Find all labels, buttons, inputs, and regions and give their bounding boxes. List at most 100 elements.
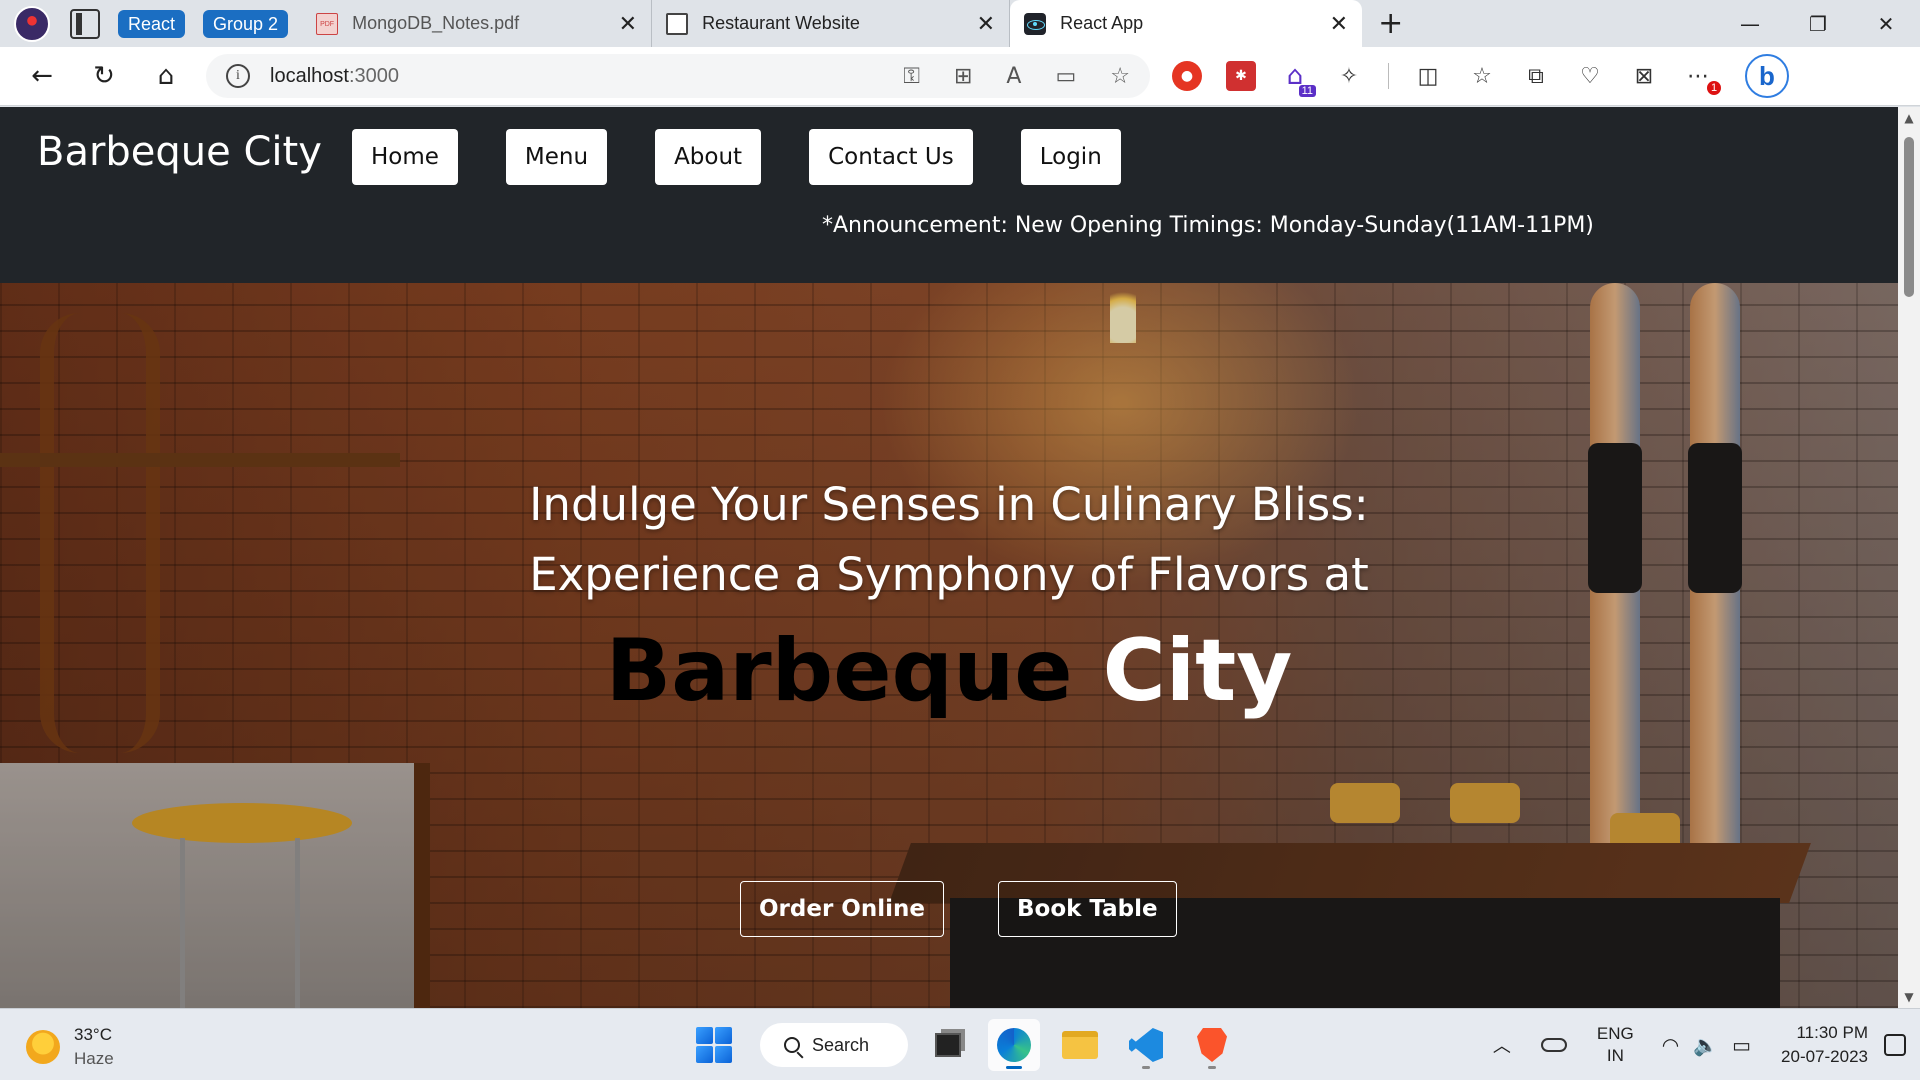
math-solver-icon[interactable]: ⊠ xyxy=(1629,61,1659,91)
hero-brand: Barbeque City xyxy=(0,616,1898,726)
scroll-down-icon[interactable]: ▼ xyxy=(1902,990,1916,1004)
taskbar: 33°C Haze Search ︿ ENG IN ◠ 🔈 ▭ 11:30 PM… xyxy=(0,1008,1920,1080)
favorites-icon[interactable]: ☆ xyxy=(1467,61,1497,91)
book-table-button[interactable]: Book Table xyxy=(997,881,1177,937)
weather-temp: 33°C xyxy=(74,1025,112,1044)
hero-brand-dark: Barbeque xyxy=(605,621,1073,721)
read-aloud-icon[interactable]: A xyxy=(1006,64,1021,89)
browser-essentials-icon[interactable]: ♡ xyxy=(1575,61,1605,91)
running-indicator xyxy=(1142,1066,1150,1069)
bing-copilot-icon[interactable]: b xyxy=(1745,54,1789,98)
extension-badge: 11 xyxy=(1298,85,1316,97)
system-tray: ︿ ENG IN ◠ 🔈 ▭ 11:30 PM 20-07-2023 xyxy=(1493,1019,1920,1071)
file-explorer-app[interactable] xyxy=(1054,1019,1106,1071)
tab-group-2[interactable]: Group 2 xyxy=(203,9,289,38)
minimize-icon[interactable]: — xyxy=(1716,0,1784,47)
browser-toolbar: ← ↻ ⌂ i localhost:3000 ⚿ ⊞ A ▭ ☆ ● ✱ ⌂ 11… xyxy=(0,47,1920,106)
language-indicator[interactable]: ENG IN xyxy=(1597,1023,1634,1067)
hero-text: Indulge Your Senses in Culinary Bliss: E… xyxy=(0,470,1898,726)
weather-haze-icon xyxy=(26,1030,60,1064)
home-icon[interactable]: ⌂ xyxy=(146,56,186,96)
clock[interactable]: 11:30 PM 20-07-2023 xyxy=(1781,1021,1868,1069)
close-window-icon[interactable]: ✕ xyxy=(1852,0,1920,47)
taskbar-search[interactable]: Search xyxy=(760,1023,908,1067)
nav-about-button[interactable]: About xyxy=(655,129,762,185)
weather-condition: Haze xyxy=(74,1049,114,1068)
document-icon xyxy=(666,12,689,35)
running-indicator xyxy=(1208,1066,1216,1069)
back-icon[interactable]: ← xyxy=(22,56,62,96)
hero-line-1: Indulge Your Senses in Culinary Bliss: xyxy=(529,478,1369,531)
tab-restaurant-website[interactable]: Restaurant Website ✕ xyxy=(652,0,1011,47)
task-view-button[interactable] xyxy=(922,1019,974,1071)
tab-mongodb-notes[interactable]: PDF MongoDB_Notes.pdf ✕ xyxy=(302,0,653,47)
announcement-text: *Announcement: New Opening Timings: Mond… xyxy=(822,213,1594,238)
new-tab-button[interactable]: + xyxy=(1378,6,1403,41)
extensions-puzzle-icon[interactable]: ✧ xyxy=(1334,61,1364,91)
search-icon xyxy=(784,1037,800,1053)
taskbar-apps: Search xyxy=(696,1019,1238,1071)
close-tab-icon[interactable]: ✕ xyxy=(619,11,637,37)
taskbar-search-label: Search xyxy=(812,1034,870,1055)
clock-time: 11:30 PM xyxy=(1796,1023,1868,1042)
site-navbar: Barbeque City Home Menu About Contact Us… xyxy=(0,107,1898,283)
page-viewport: Barbeque City Home Menu About Contact Us… xyxy=(0,107,1898,1008)
region-code: IN xyxy=(1606,1046,1624,1065)
address-bar[interactable]: i localhost:3000 ⚿ ⊞ A ▭ ☆ xyxy=(206,54,1150,98)
toolbar-divider xyxy=(1388,63,1389,89)
tab-group-react[interactable]: React xyxy=(118,9,186,38)
notification-bell-icon[interactable] xyxy=(1884,1034,1906,1056)
close-tab-icon[interactable]: ✕ xyxy=(977,11,995,37)
key-icon[interactable]: ⚿ xyxy=(903,64,920,89)
extension-bug-icon[interactable]: ✱ xyxy=(1226,61,1256,91)
refresh-icon[interactable]: ↻ xyxy=(84,56,124,96)
system-icons[interactable]: ◠ 🔈 ▭ xyxy=(1662,1033,1751,1058)
url-text[interactable]: localhost:3000 xyxy=(270,65,903,88)
nav-home-button[interactable]: Home xyxy=(352,129,458,185)
split-screen-icon[interactable]: ◫ xyxy=(1413,61,1443,91)
restore-icon[interactable]: ❐ xyxy=(1784,0,1852,47)
vscode-icon xyxy=(1129,1028,1163,1062)
scroll-thumb[interactable] xyxy=(1904,137,1914,297)
windows-start-icon[interactable] xyxy=(696,1027,732,1063)
wallet-icon[interactable]: ▭ xyxy=(1055,64,1076,89)
menu-badge: 1 xyxy=(1707,81,1721,95)
extension-red-icon[interactable]: ● xyxy=(1172,61,1202,91)
react-icon xyxy=(1024,12,1047,35)
favorite-star-icon[interactable]: ☆ xyxy=(1110,64,1130,89)
apps-icon[interactable]: ⊞ xyxy=(954,64,972,89)
tab-actions-icon[interactable] xyxy=(70,8,100,39)
active-indicator xyxy=(1006,1066,1022,1069)
nav-contact-button[interactable]: Contact Us xyxy=(809,129,973,185)
tab-title: Restaurant Website xyxy=(702,13,860,33)
collections-icon[interactable]: ⧉ xyxy=(1521,61,1551,91)
site-info-icon[interactable]: i xyxy=(226,64,250,88)
hero-buttons: Order Online Book Table xyxy=(740,881,1231,937)
tab-title: MongoDB_Notes.pdf xyxy=(352,13,520,33)
profile-avatar[interactable] xyxy=(14,5,50,42)
task-view-icon xyxy=(935,1033,961,1057)
vscode-app[interactable] xyxy=(1120,1019,1172,1071)
scroll-up-icon[interactable]: ▲ xyxy=(1902,111,1916,125)
show-hidden-icons-chevron-icon[interactable]: ︿ xyxy=(1493,1032,1511,1058)
clock-date: 20-07-2023 xyxy=(1781,1047,1868,1066)
page-scrollbar[interactable]: ▲ ▼ xyxy=(1898,107,1920,1008)
order-online-button[interactable]: Order Online xyxy=(740,881,944,937)
extension-capture-icon[interactable]: ⌂ 11 xyxy=(1280,61,1316,97)
onedrive-cloud-icon[interactable] xyxy=(1540,1038,1567,1052)
site-brand[interactable]: Barbeque City xyxy=(37,129,322,175)
folder-icon xyxy=(1062,1031,1098,1059)
window-controls: — ❐ ✕ xyxy=(1716,0,1920,47)
hero-brand-light: City xyxy=(1102,621,1293,721)
battery-icon: ▭ xyxy=(1732,1034,1752,1057)
more-menu-icon[interactable]: ⋯ 1 xyxy=(1683,61,1721,95)
nav-links: Home Menu About Contact Us Login xyxy=(352,129,1169,185)
edge-app[interactable] xyxy=(988,1019,1040,1071)
pdf-icon: PDF xyxy=(316,12,339,35)
close-tab-icon[interactable]: ✕ xyxy=(1330,11,1348,37)
brave-app[interactable] xyxy=(1186,1019,1238,1071)
tab-react-app[interactable]: React App ✕ xyxy=(1010,0,1363,47)
nav-menu-button[interactable]: Menu xyxy=(505,129,608,185)
nav-login-button[interactable]: Login xyxy=(1020,129,1121,185)
weather-widget[interactable]: 33°C Haze xyxy=(26,1023,114,1071)
